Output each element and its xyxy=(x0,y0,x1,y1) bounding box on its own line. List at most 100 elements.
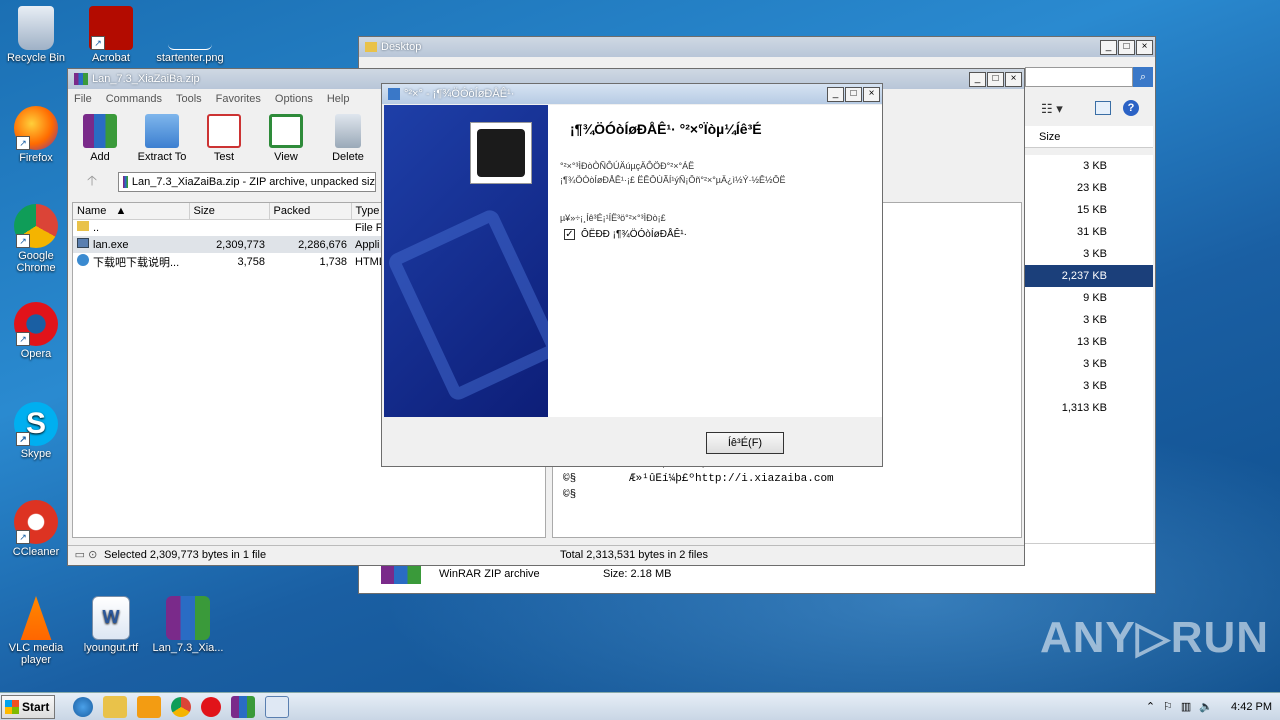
winrar-icon xyxy=(74,73,88,85)
view-options-icon[interactable]: ☷ ▾ xyxy=(1041,101,1063,117)
ie-icon[interactable] xyxy=(73,696,93,717)
desktop-icon-ccleaner[interactable]: ↗ CCleaner xyxy=(1,500,71,558)
explorer-size-cell[interactable]: 15 KB xyxy=(1025,199,1153,221)
installer-taskbar-icon[interactable] xyxy=(265,695,289,718)
taskbar: Start ⌃ ⚐ ▥ 🔈 4:42 PM xyxy=(0,692,1280,720)
checkbox-checked-icon[interactable]: ✓ xyxy=(564,229,575,240)
search-icon[interactable]: ⌕ xyxy=(1133,67,1153,87)
flag-icon[interactable]: ⚐ xyxy=(1163,700,1173,713)
maximize-button[interactable]: □ xyxy=(987,71,1004,87)
run-after-install-checkbox[interactable]: ✓ ÔËÐÐ ¡¶¾ÖÓòÍøÐÅÊ¹· xyxy=(564,229,687,240)
extract-folder-icon xyxy=(145,114,179,148)
installer-check-caption: µ¥»÷¡¸Íê³É¡¹ÍË³ö°²×°³ÌÐò¡£ xyxy=(560,213,666,223)
status-total: Total 2,313,531 bytes in 2 files xyxy=(560,548,708,561)
show-hidden-icons-icon[interactable]: ⌃ xyxy=(1146,700,1155,713)
maximize-button[interactable]: □ xyxy=(1118,39,1135,55)
desktop-icon-label: Firefox xyxy=(19,152,53,164)
ccleaner-icon: ↗ xyxy=(14,500,58,544)
column-packed[interactable]: Packed xyxy=(269,203,352,220)
explorer-size-cell[interactable]: 23 KB xyxy=(1025,177,1153,199)
explorer-size-cell[interactable]: 13 KB xyxy=(1025,331,1153,353)
delete-button[interactable]: Delete xyxy=(320,114,376,163)
recycle-bin-icon xyxy=(18,6,54,50)
banner-arrow-graphic xyxy=(385,207,563,403)
installer-titlebar[interactable]: °²×° - ¡¶¾ÖÓòÍøÐÅÊ¹· _ □ × xyxy=(382,84,882,104)
explorer-size-cell[interactable]: 2,237 KB xyxy=(1025,265,1153,287)
desktop-icon-label: CCleaner xyxy=(12,546,60,558)
explorer-size-cell[interactable]: 3 KB xyxy=(1025,309,1153,331)
desktop-icon-startenter[interactable]: startenter.png xyxy=(150,6,230,64)
installer-dialog: °²×° - ¡¶¾ÖÓòÍøÐÅÊ¹· _ □ × ¡¶¾ÖÓòÍøÐÅÊ¹·… xyxy=(381,83,883,467)
archive-path-field[interactable]: Lan_7.3_XiaZaiBa.zip - ZIP archive, unpa… xyxy=(118,172,376,192)
installer-message-line1: °²×°³ÌÐòÒÑÔÚÄúµçÄÔÖÐ°²×°ÁË xyxy=(560,161,695,171)
explorer-size-cell[interactable]: 3 KB xyxy=(1025,375,1153,397)
finish-button[interactable]: Íê³É(F) xyxy=(706,432,784,454)
help-icon[interactable]: ? xyxy=(1123,100,1139,116)
desktop-icon-acrobat[interactable]: ↗ Acrobat xyxy=(76,6,146,64)
close-button[interactable]: × xyxy=(1005,71,1022,87)
close-button[interactable]: × xyxy=(863,86,880,102)
desktop-icon-chrome[interactable]: ↗ Google Chrome xyxy=(1,204,71,274)
minimize-button[interactable]: _ xyxy=(969,71,986,87)
desktop-icon-vlc[interactable]: VLC media player xyxy=(1,596,71,666)
start-button[interactable]: Start xyxy=(1,694,55,719)
winrar-archive-icon xyxy=(166,596,210,640)
menu-tools[interactable]: Tools xyxy=(176,93,202,105)
chrome-icon[interactable] xyxy=(171,696,191,717)
desktop-icon-label: VLC media player xyxy=(8,642,64,666)
minimize-button[interactable]: _ xyxy=(827,86,844,102)
folder-icon xyxy=(365,42,377,52)
media-player-icon[interactable] xyxy=(137,695,161,718)
view-button[interactable]: View xyxy=(258,114,314,163)
installer-message-line2: ¡¶¾ÖÓòÍøÐÅÊ¹·¡£ ËÊÔÚÃÍ¹ýÑ¡Ôñ°²×°µÄ¿ì½Ý·½… xyxy=(560,175,786,185)
desktop-icon-lyoungut[interactable]: W lyoungut.rtf xyxy=(76,596,146,654)
desktop-icon-skype[interactable]: S ↗ Skype xyxy=(1,402,71,460)
explorer-size-cell[interactable]: 3 KB xyxy=(1025,243,1153,265)
system-tray: ⌃ ⚐ ▥ 🔈 4:42 PM xyxy=(1146,700,1280,714)
add-button[interactable]: Add xyxy=(72,114,128,163)
extract-to-button[interactable]: Extract To xyxy=(134,114,190,163)
desktop-icon-firefox[interactable]: ↗ Firefox xyxy=(1,106,71,164)
explorer-folder-icon[interactable] xyxy=(103,695,127,718)
details-file-type: WinRAR ZIP archive xyxy=(439,568,540,580)
desktop-icon-lan-zip[interactable]: Lan_7.3_Xia... xyxy=(150,596,226,654)
explorer-size-cell[interactable]: 1,313 KB xyxy=(1025,397,1153,419)
explorer-search-input[interactable] xyxy=(1025,67,1133,87)
minimize-button[interactable]: _ xyxy=(1100,39,1117,55)
desktop-icon-label: Skype xyxy=(20,448,52,460)
desktop-icon-recycle-bin[interactable]: Recycle Bin xyxy=(1,6,71,64)
skype-icon: S ↗ xyxy=(14,402,58,446)
maximize-button[interactable]: □ xyxy=(845,86,862,102)
column-size[interactable]: Size xyxy=(189,203,270,220)
installer-heading: ¡¶¾ÖÓòÍøÐÅÊ¹· °²×°Ïòµ¼Íê³É xyxy=(570,121,762,137)
explorer-size-cell[interactable]: 9 KB xyxy=(1025,287,1153,309)
column-name[interactable]: Name ▲ xyxy=(73,203,190,220)
acrobat-icon: ↗ xyxy=(89,6,133,50)
installer-logo xyxy=(470,122,532,184)
menu-commands[interactable]: Commands xyxy=(106,93,162,105)
test-button[interactable]: Test xyxy=(196,114,252,163)
preview-pane-icon[interactable] xyxy=(1095,101,1111,115)
desktop-icon-opera[interactable]: ↗ Opera xyxy=(1,302,71,360)
explorer-size-cell[interactable]: 3 KB xyxy=(1025,353,1153,375)
close-button[interactable]: × xyxy=(1136,39,1153,55)
size-column-header[interactable]: Size xyxy=(1025,126,1153,148)
clock[interactable]: 4:42 PM xyxy=(1231,701,1272,713)
up-arrow-icon[interactable]: 🡡 xyxy=(72,170,112,194)
opera-icon[interactable] xyxy=(201,696,221,717)
winrar-taskbar-icon[interactable] xyxy=(231,695,255,718)
volume-icon[interactable]: 🔈 xyxy=(1199,700,1213,713)
test-clipboard-icon xyxy=(207,114,241,148)
chrome-icon: ↗ xyxy=(14,204,58,248)
desktop-icon-label: Google Chrome xyxy=(16,250,56,274)
menu-options[interactable]: Options xyxy=(275,93,313,105)
menu-help[interactable]: Help xyxy=(327,93,350,105)
menu-file[interactable]: File xyxy=(74,93,92,105)
network-icon[interactable]: ▥ xyxy=(1181,700,1191,713)
menu-favorites[interactable]: Favorites xyxy=(216,93,261,105)
explorer-size-cell[interactable]: 3 KB xyxy=(1025,155,1153,177)
winrar-icon xyxy=(123,176,128,188)
explorer-size-cell[interactable]: 31 KB xyxy=(1025,221,1153,243)
word-document-icon: W xyxy=(92,596,130,640)
details-file-size: Size: 2.18 MB xyxy=(603,568,672,580)
